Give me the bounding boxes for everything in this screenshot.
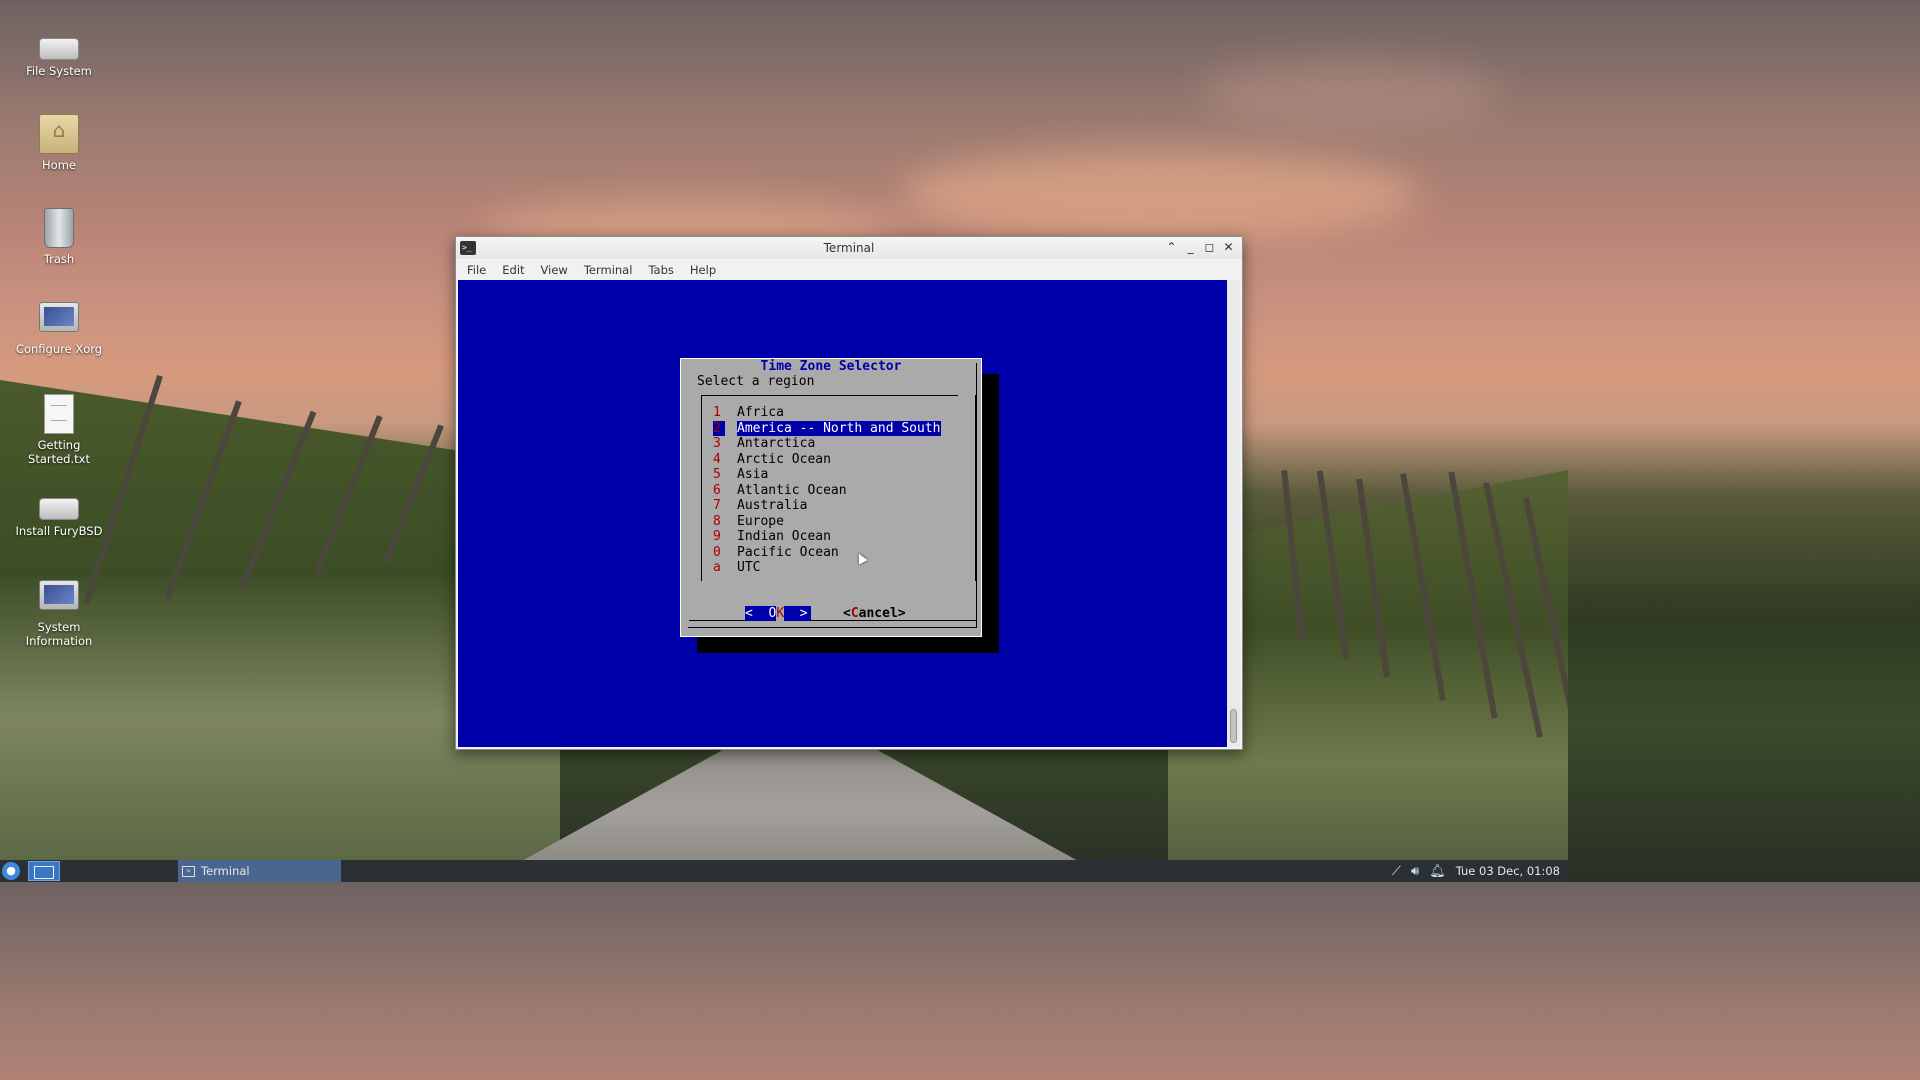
maximize-icon[interactable]: ◻ xyxy=(1202,240,1217,255)
dialog-title: Time Zone Selector xyxy=(760,359,902,374)
close-icon[interactable]: ✕ xyxy=(1221,240,1236,255)
home-folder-icon xyxy=(39,114,79,154)
window-titlebar[interactable]: >_ Terminal ⌃ _ ◻ ✕ xyxy=(456,237,1242,259)
region-item-tag: 1 xyxy=(713,405,721,420)
region-item-label: Antarctica xyxy=(737,436,816,451)
minimize-icon[interactable]: _ xyxy=(1183,240,1198,255)
region-item[interactable]: 7 Australia xyxy=(713,498,807,513)
terminal-window[interactable]: >_ Terminal ⌃ _ ◻ ✕ File Edit View Termi… xyxy=(455,236,1243,750)
desktop-icon-label: System Information xyxy=(25,620,93,648)
text-document-icon xyxy=(44,394,74,434)
region-item-label: Arctic Ocean xyxy=(737,451,831,467)
region-item-tag: 7 xyxy=(713,498,721,513)
desktop-icon-home[interactable]: Home xyxy=(14,114,104,172)
desktop-icon-trash[interactable]: Trash xyxy=(14,208,104,266)
region-item[interactable]: 2 America -- North and South xyxy=(713,420,941,436)
desktop-icon-label: Trash xyxy=(43,252,75,266)
region-item-tag: a xyxy=(713,560,721,575)
region-item-tag: 5 xyxy=(713,467,721,482)
desktop-icon-configure-xorg[interactable]: Configure Xorg xyxy=(14,302,104,356)
time-zone-dialog: Time Zone Selector Select a region 1 Afri… xyxy=(680,358,982,637)
menu-edit[interactable]: Edit xyxy=(494,263,532,277)
region-item-label: Asia xyxy=(737,467,769,482)
desktop-icon-install-furybsd[interactable]: Install FuryBSD xyxy=(14,488,104,538)
terminal-screen[interactable]: Time Zone Selector Select a region 1 Afri… xyxy=(458,280,1227,747)
region-item-label: Atlantic Ocean xyxy=(737,482,847,498)
region-item[interactable]: 8 Europe xyxy=(713,514,784,529)
clock[interactable]: Tue 03 Dec, 01:08 xyxy=(1456,864,1560,878)
terminal-scrollbar[interactable] xyxy=(1227,280,1240,747)
region-item[interactable]: 0 Pacific Ocean xyxy=(713,545,839,560)
ok-button[interactable]: < OK > xyxy=(745,606,811,621)
region-item-label: America -- North and South xyxy=(737,420,941,436)
region-item[interactable]: 3 Antarctica xyxy=(713,436,815,451)
terminal-task-icon: > xyxy=(182,865,195,877)
monitor-icon xyxy=(39,302,79,332)
cancel-button[interactable]: <Cancel> xyxy=(843,606,906,621)
volume-icon[interactable]: 🔊︎ xyxy=(1411,864,1419,879)
region-item-label: Africa xyxy=(737,405,784,420)
region-item-tag: 2 xyxy=(713,420,725,436)
computer-icon xyxy=(39,580,79,610)
desktop-icon-label: Home xyxy=(42,158,76,172)
region-item-label: UTC xyxy=(737,560,761,575)
region-item-label: Australia xyxy=(737,498,808,513)
dialog-prompt: Select a region xyxy=(697,374,815,389)
notification-icon[interactable]: 🔔︎ xyxy=(1429,864,1446,879)
region-item[interactable]: 1 Africa xyxy=(713,405,784,420)
desktop-icon-getting-started[interactable]: Getting Started.txt xyxy=(14,394,104,466)
region-item-tag: 9 xyxy=(713,529,721,544)
taskbar-item-label: Terminal xyxy=(201,864,250,878)
menu-tabs[interactable]: Tabs xyxy=(640,263,681,277)
region-item-tag: 4 xyxy=(713,451,721,467)
window-title: Terminal xyxy=(823,241,875,255)
installer-drive-icon xyxy=(39,498,79,520)
region-item-tag: 3 xyxy=(713,436,721,451)
menu-view[interactable]: View xyxy=(533,263,576,277)
desktop-icon-label: File System xyxy=(26,64,92,78)
region-item[interactable]: 4 Arctic Ocean xyxy=(713,452,831,467)
desktop-icon-system-information[interactable]: System Information xyxy=(14,580,104,648)
region-item[interactable]: 5 Asia xyxy=(713,467,768,482)
region-item-label: Pacific Ocean xyxy=(737,544,839,560)
show-desktop-button[interactable] xyxy=(28,861,60,881)
menu-bar: File Edit View Terminal Tabs Help xyxy=(456,259,1242,280)
menu-help[interactable]: Help xyxy=(682,263,724,277)
taskbar: ● > Terminal ⟋ 🔊︎ 🔔︎ Tue 03 Dec, 01:08 xyxy=(0,860,1568,882)
trash-icon xyxy=(44,208,74,248)
whisker-menu-icon[interactable]: ● xyxy=(2,862,20,880)
menu-file[interactable]: File xyxy=(459,263,494,277)
region-item[interactable]: a UTC xyxy=(713,560,760,575)
shade-icon[interactable]: ⌃ xyxy=(1164,240,1179,255)
network-icon[interactable]: ⟋ xyxy=(1392,864,1401,879)
taskbar-item-terminal[interactable]: > Terminal xyxy=(178,860,341,882)
region-item-label: Indian Ocean xyxy=(737,529,831,544)
region-item-label: Europe xyxy=(737,513,784,529)
scrollbar-thumb[interactable] xyxy=(1230,709,1237,743)
region-item-tag: 8 xyxy=(713,513,721,529)
drive-icon xyxy=(39,38,79,60)
desktop-icon-label: Getting Started.txt xyxy=(28,438,90,466)
desktop-icon-label: Configure Xorg xyxy=(15,342,103,356)
region-item-tag: 0 xyxy=(713,544,721,560)
desktop-icon-file-system[interactable]: File System xyxy=(14,28,104,78)
region-item-tag: 6 xyxy=(713,482,721,498)
region-item[interactable]: 9 Indian Ocean xyxy=(713,529,831,544)
desktop-icon-label: Install FuryBSD xyxy=(15,524,103,538)
menu-terminal[interactable]: Terminal xyxy=(576,263,641,277)
region-item[interactable]: 6 Atlantic Ocean xyxy=(713,483,847,498)
